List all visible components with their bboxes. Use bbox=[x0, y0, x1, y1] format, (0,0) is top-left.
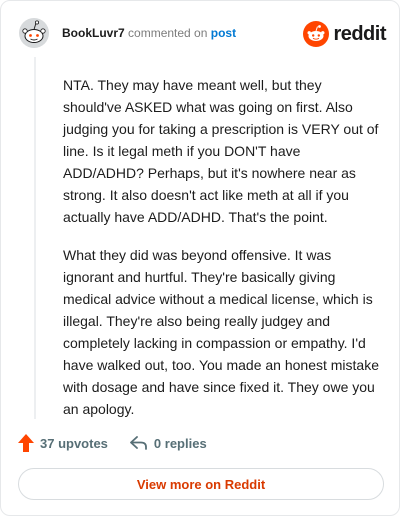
comment-header: BookLuvr7 commented on post reddit bbox=[18, 13, 386, 53]
reply-count: 0 replies bbox=[153, 435, 207, 451]
upvote-button[interactable]: 37 upvotes bbox=[18, 434, 108, 452]
replies-button[interactable]: 0 replies bbox=[130, 436, 207, 451]
comment-footer: 37 upvotes 0 replies bbox=[18, 431, 207, 455]
reddit-snoo-icon bbox=[303, 21, 330, 47]
upvote-arrow-icon bbox=[18, 434, 34, 452]
post-link[interactable]: post bbox=[211, 26, 236, 40]
reply-arrow-icon bbox=[130, 436, 147, 450]
comment-embed-card: BookLuvr7 commented on post reddit NTA. … bbox=[0, 0, 400, 516]
comment-paragraph-2: What they did was beyond offensive. It w… bbox=[63, 247, 379, 417]
comment-meta: BookLuvr7 commented on post bbox=[62, 26, 236, 40]
view-more-button[interactable]: View more on Reddit bbox=[18, 468, 384, 500]
thread-line bbox=[34, 57, 36, 419]
comment-paragraph-1: NTA. They may have meant well, but they … bbox=[63, 77, 379, 225]
reddit-logo[interactable]: reddit bbox=[303, 19, 386, 49]
commented-on-text: commented on bbox=[128, 26, 208, 40]
username-link[interactable]: BookLuvr7 bbox=[62, 26, 125, 40]
upvote-count: 37 upvotes bbox=[40, 435, 108, 451]
comment-body: NTA. They may have meant well, but they … bbox=[63, 74, 383, 436]
user-avatar-icon[interactable] bbox=[18, 17, 50, 49]
reddit-wordmark: reddit bbox=[333, 22, 386, 45]
